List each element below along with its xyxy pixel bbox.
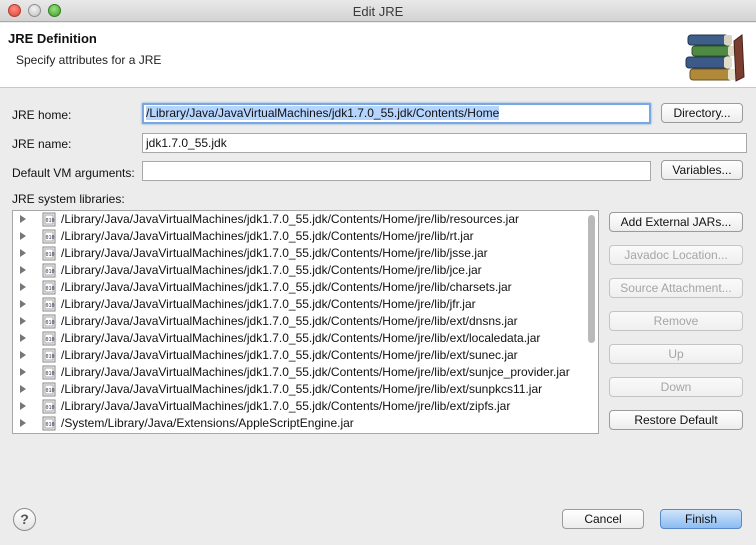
library-path: /Library/Java/JavaVirtualMachines/jdk1.7… [61, 348, 518, 362]
restore-default-button[interactable]: Restore Default [609, 410, 743, 430]
disclosure-triangle-icon[interactable] [20, 334, 26, 342]
library-path: /Library/Java/JavaVirtualMachines/jdk1.7… [61, 365, 570, 379]
library-path: /Library/Java/JavaVirtualMachines/jdk1.7… [61, 314, 518, 328]
jar-file-icon: 010 [42, 263, 56, 278]
svg-text:010: 010 [46, 303, 55, 309]
jar-file-icon: 010 [42, 399, 56, 414]
jar-file-icon: 010 [42, 229, 56, 244]
disclosure-triangle-icon[interactable] [20, 368, 26, 376]
library-row[interactable]: 010/Library/Java/JavaVirtualMachines/jdk… [13, 330, 587, 347]
library-row[interactable]: 010/Library/Java/JavaVirtualMachines/jdk… [13, 381, 587, 398]
svg-text:010: 010 [46, 218, 55, 224]
disclosure-triangle-icon[interactable] [20, 300, 26, 308]
library-path: /Library/Java/JavaVirtualMachines/jdk1.7… [61, 399, 511, 413]
library-row[interactable]: 010/Library/Java/JavaVirtualMachines/jdk… [13, 245, 587, 262]
library-row[interactable]: 010/Library/Java/JavaVirtualMachines/jdk… [13, 347, 587, 364]
remove-button[interactable]: Remove [609, 311, 743, 331]
jar-file-icon: 010 [42, 365, 56, 380]
jar-file-icon: 010 [42, 297, 56, 312]
help-icon[interactable]: ? [13, 508, 36, 531]
javadoc-location-button[interactable]: Javadoc Location... [609, 245, 743, 265]
svg-text:010: 010 [46, 320, 55, 326]
header-subtitle: Specify attributes for a JRE [16, 53, 162, 67]
svg-text:010: 010 [46, 405, 55, 411]
directory-button[interactable]: Directory... [661, 103, 743, 123]
disclosure-triangle-icon[interactable] [20, 249, 26, 257]
vm-arguments-label: Default VM arguments: [12, 166, 135, 180]
library-row[interactable]: 010/Library/Java/JavaVirtualMachines/jdk… [13, 211, 587, 228]
library-path: /Library/Java/JavaVirtualMachines/jdk1.7… [61, 229, 474, 243]
title-bar: Edit JRE [0, 0, 756, 22]
svg-text:010: 010 [46, 354, 55, 360]
source-attachment-button[interactable]: Source Attachment... [609, 278, 743, 298]
vm-arguments-field[interactable] [142, 161, 651, 181]
jar-file-icon: 010 [42, 212, 56, 227]
disclosure-triangle-icon[interactable] [20, 215, 26, 223]
disclosure-triangle-icon[interactable] [20, 402, 26, 410]
svg-text:010: 010 [46, 371, 55, 377]
svg-text:010: 010 [46, 422, 55, 428]
jre-home-field[interactable]: /Library/Java/JavaVirtualMachines/jdk1.7… [142, 103, 651, 124]
add-external-jars-button[interactable]: Add External JARs... [609, 212, 743, 232]
disclosure-triangle-icon[interactable] [20, 266, 26, 274]
down-button[interactable]: Down [609, 377, 743, 397]
disclosure-triangle-icon[interactable] [20, 419, 26, 427]
jre-home-label: JRE home: [12, 108, 72, 122]
jar-file-icon: 010 [42, 314, 56, 329]
library-path: /Library/Java/JavaVirtualMachines/jdk1.7… [61, 297, 476, 311]
library-path: /Library/Java/JavaVirtualMachines/jdk1.7… [61, 246, 488, 260]
disclosure-triangle-icon[interactable] [20, 232, 26, 240]
library-row[interactable]: 010/Library/Java/JavaVirtualMachines/jdk… [13, 279, 587, 296]
library-path: /Library/Java/JavaVirtualMachines/jdk1.7… [61, 263, 482, 277]
library-path: /Library/Java/JavaVirtualMachines/jdk1.7… [61, 212, 519, 226]
svg-text:010: 010 [46, 269, 55, 275]
disclosure-triangle-icon[interactable] [20, 351, 26, 359]
jre-name-field[interactable]: jdk1.7.0_55.jdk [142, 133, 747, 153]
library-path: /Library/Java/JavaVirtualMachines/jdk1.7… [61, 280, 512, 294]
jar-file-icon: 010 [42, 416, 56, 431]
disclosure-triangle-icon[interactable] [20, 283, 26, 291]
disclosure-triangle-icon[interactable] [20, 385, 26, 393]
library-path: /Library/Java/JavaVirtualMachines/jdk1.7… [61, 382, 543, 396]
system-libraries-label: JRE system libraries: [12, 192, 125, 206]
svg-text:010: 010 [46, 286, 55, 292]
svg-text:010: 010 [46, 388, 55, 394]
jar-file-icon: 010 [42, 348, 56, 363]
variables-button[interactable]: Variables... [661, 160, 743, 180]
books-icon [685, 34, 745, 82]
library-row[interactable]: 010/Library/Java/JavaVirtualMachines/jdk… [13, 228, 587, 245]
jar-file-icon: 010 [42, 280, 56, 295]
jre-name-label: JRE name: [12, 137, 72, 151]
svg-text:010: 010 [46, 337, 55, 343]
up-button[interactable]: Up [609, 344, 743, 364]
jar-file-icon: 010 [42, 382, 56, 397]
svg-text:010: 010 [46, 252, 55, 258]
library-row[interactable]: 010/Library/Java/JavaVirtualMachines/jdk… [13, 313, 587, 330]
finish-button[interactable]: Finish [660, 509, 742, 529]
cancel-button[interactable]: Cancel [562, 509, 644, 529]
library-path: /Library/Java/JavaVirtualMachines/jdk1.7… [61, 331, 541, 345]
window-title: Edit JRE [352, 4, 404, 19]
jar-file-icon: 010 [42, 246, 56, 261]
dialog-header: JRE Definition Specify attributes for a … [0, 23, 756, 88]
library-row[interactable]: 010/Library/Java/JavaVirtualMachines/jdk… [13, 364, 587, 381]
header-title: JRE Definition [8, 31, 97, 46]
library-row[interactable]: 010/Library/Java/JavaVirtualMachines/jdk… [13, 262, 587, 279]
library-row[interactable]: 010/System/Library/Java/Extensions/Apple… [13, 415, 587, 432]
library-row[interactable]: 010/Library/Java/JavaVirtualMachines/jdk… [13, 398, 587, 415]
library-row[interactable]: 010/Library/Java/JavaVirtualMachines/jdk… [13, 296, 587, 313]
system-libraries-tree[interactable]: 010/Library/Java/JavaVirtualMachines/jdk… [12, 210, 599, 434]
svg-text:010: 010 [46, 235, 55, 241]
jar-file-icon: 010 [42, 331, 56, 346]
vertical-scrollbar[interactable] [588, 215, 595, 343]
library-path: /System/Library/Java/Extensions/AppleScr… [61, 416, 354, 430]
disclosure-triangle-icon[interactable] [20, 317, 26, 325]
